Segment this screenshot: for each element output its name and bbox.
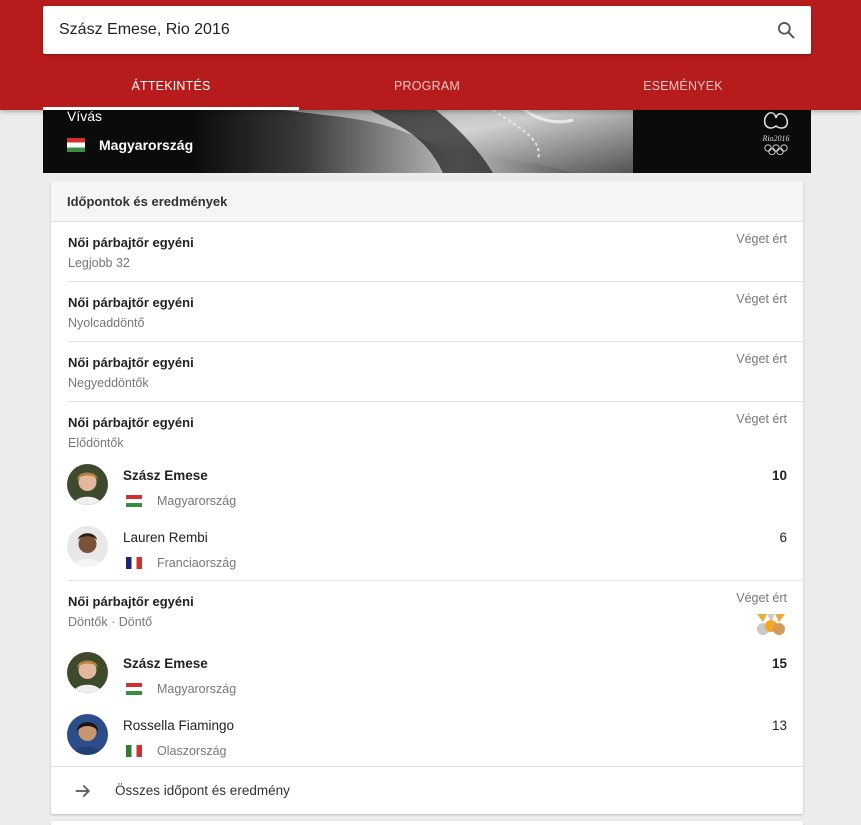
event-status: Véget ért <box>736 352 787 366</box>
all-results-label: Összes időpont és eredmény <box>115 783 290 798</box>
results-card: Időpontok és eredmények Női párbajtőr eg… <box>51 181 803 814</box>
player-score: 15 <box>771 656 787 671</box>
player-country-label: Magyarország <box>157 494 237 508</box>
event-row[interactable]: Női párbajtőr egyéni Nyolcaddöntő Véget … <box>51 282 803 341</box>
player-score: 6 <box>779 530 787 545</box>
player-country-label: Magyarország <box>157 682 237 696</box>
hero-country: Magyarország <box>67 137 193 153</box>
event-title: Női párbajtőr egyéni <box>68 235 194 250</box>
arrow-right-icon <box>51 781 115 801</box>
fencer-photo <box>193 100 633 173</box>
event-round: Negyeddöntők <box>68 376 149 390</box>
player-name: Szász Emese <box>123 656 208 671</box>
event-round: Elődöntők <box>68 436 124 450</box>
event-row[interactable]: Női párbajtőr egyéni Elődöntők Véget ért… <box>51 402 803 580</box>
event-status: Véget ért <box>736 292 787 306</box>
player-country: Olaszország <box>126 744 226 758</box>
event-title: Női párbajtőr egyéni <box>68 594 194 609</box>
player-country: Franciaország <box>126 556 236 570</box>
event-title: Női párbajtőr egyéni <box>68 355 194 370</box>
card-title: Időpontok és eredmények <box>51 181 803 222</box>
event-title: Női párbajtőr egyéni <box>68 295 194 310</box>
search-icon[interactable] <box>761 6 811 54</box>
event-status: Véget ért <box>736 412 787 426</box>
player-row[interactable]: Lauren Rembi Franciaország 6 <box>51 526 803 588</box>
player-name: Lauren Rembi <box>123 530 208 545</box>
avatar <box>67 652 108 693</box>
event-round: Döntők · Döntő <box>68 615 153 629</box>
player-name: Szász Emese <box>123 468 208 483</box>
hero-banner[interactable]: Vívás Magyarország Rio2016 <box>43 100 811 173</box>
italy-flag-icon <box>126 745 142 757</box>
event-row[interactable]: Női párbajtőr egyéni Legjobb 32 Véget ér… <box>51 222 803 281</box>
hungary-flag-icon <box>126 495 142 507</box>
event-row[interactable]: Női párbajtőr egyéni Döntők · Döntő Vége… <box>51 581 803 769</box>
player-country: Magyarország <box>126 682 236 696</box>
event-round: Legjobb 32 <box>68 256 130 270</box>
player-row[interactable]: Szász Emese Magyarország 15 <box>51 652 803 714</box>
player-name: Rossella Fiamingo <box>123 718 235 733</box>
tab-bar: Áttekintés Program Események <box>43 62 811 110</box>
medals-icon <box>757 614 785 635</box>
event-round: Nyolcaddöntő <box>68 316 145 330</box>
avatar <box>67 526 108 567</box>
event-status: Véget ért <box>736 591 787 605</box>
search-input[interactable] <box>43 6 761 54</box>
tab-schedule[interactable]: Program <box>299 62 555 110</box>
player-country-label: Franciaország <box>157 556 237 570</box>
player-score: 13 <box>771 718 787 733</box>
player-country-label: Olaszország <box>157 744 227 758</box>
event-row[interactable]: Női párbajtőr egyéni Negyeddöntők Véget … <box>51 342 803 401</box>
hungary-flag-icon <box>67 138 85 152</box>
avatar <box>67 714 108 755</box>
france-flag-icon <box>126 557 142 569</box>
player-score: 10 <box>771 468 787 483</box>
event-title: Női párbajtőr egyéni <box>68 415 194 430</box>
avatar <box>67 464 108 505</box>
top-bar: Áttekintés Program Események <box>0 0 861 110</box>
search-box[interactable] <box>43 6 811 54</box>
hero-country-label: Magyarország <box>99 137 194 153</box>
player-row[interactable]: Szász Emese Magyarország 10 <box>51 464 803 526</box>
rio-2016-logo: Rio2016 <box>761 111 790 156</box>
tab-overview[interactable]: Áttekintés <box>43 62 299 110</box>
tab-events[interactable]: Események <box>555 62 811 110</box>
hero-sport: Vívás <box>67 108 103 124</box>
player-country: Magyarország <box>126 494 236 508</box>
svg-text:Rio2016: Rio2016 <box>761 134 789 143</box>
hungary-flag-icon <box>126 683 142 695</box>
next-card <box>51 821 803 825</box>
all-results-link[interactable]: Összes időpont és eredmény <box>51 766 803 814</box>
event-status: Véget ért <box>736 232 787 246</box>
